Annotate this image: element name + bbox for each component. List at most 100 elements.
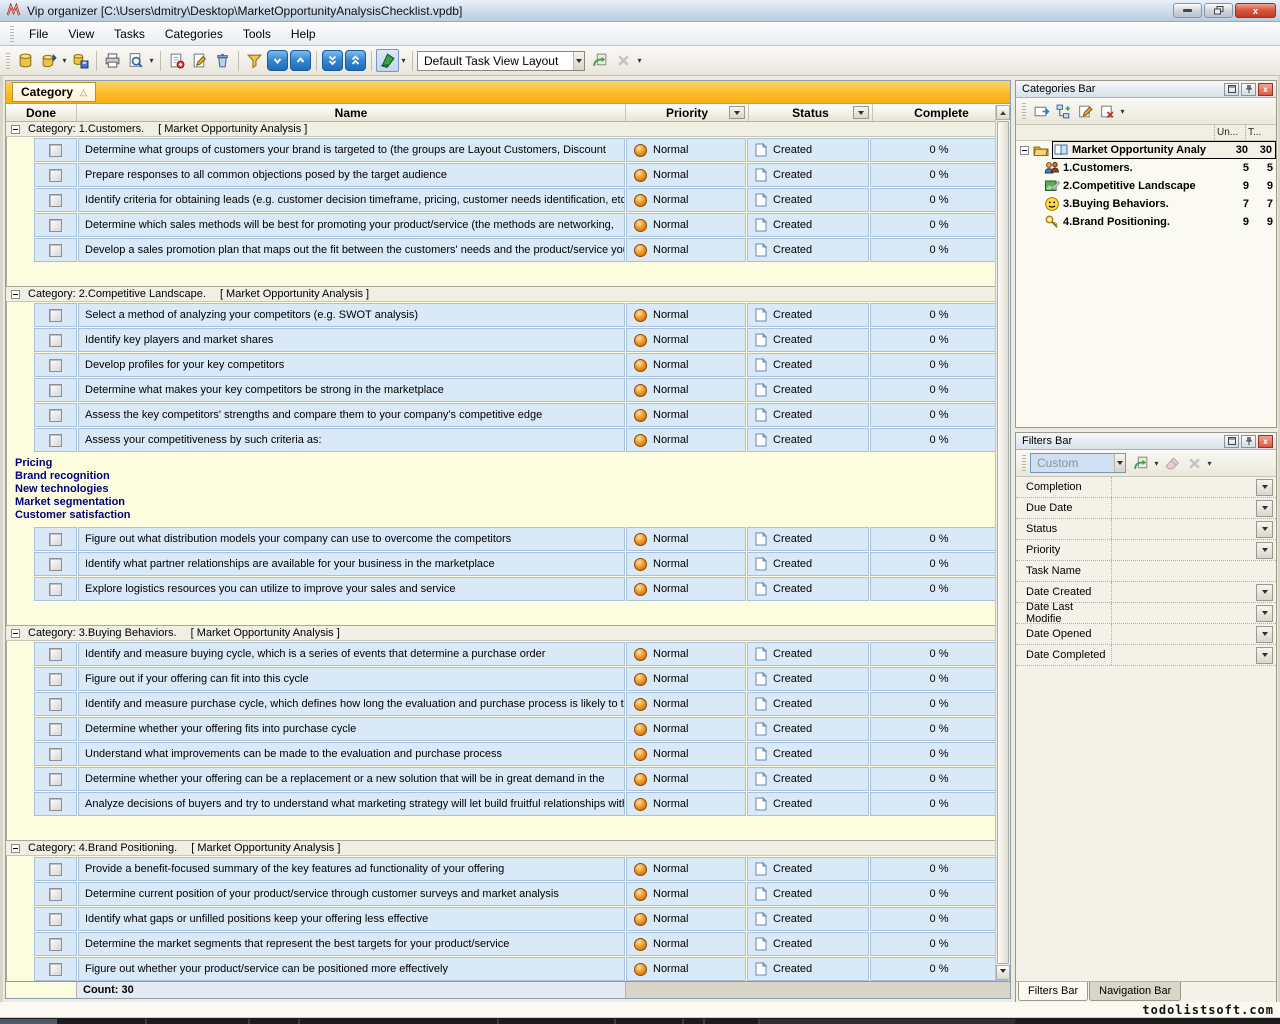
move-to-top-button[interactable] — [345, 50, 366, 71]
task-checkbox[interactable] — [49, 863, 62, 876]
apply-layout-button[interactable] — [589, 49, 612, 72]
task-checkbox[interactable] — [49, 309, 62, 322]
restore-button[interactable] — [1204, 3, 1233, 18]
task-checkbox[interactable] — [49, 384, 62, 397]
print-preview-dropdown[interactable]: ▾ — [147, 51, 156, 71]
edit-category-button[interactable] — [1074, 100, 1096, 122]
minimize-button[interactable] — [1173, 3, 1202, 18]
print-preview-button[interactable] — [124, 49, 147, 72]
menu-file[interactable]: File — [20, 24, 57, 44]
task-row[interactable]: Provide a benefit-focused summary of the… — [7, 856, 1009, 881]
filter-preset-combo[interactable]: Custom — [1030, 453, 1126, 473]
clear-filter-button[interactable] — [1161, 452, 1183, 474]
filter-value-field[interactable] — [1112, 540, 1256, 560]
open-database-dropdown[interactable]: ▾ — [60, 51, 69, 71]
collapse-icon[interactable] — [11, 844, 20, 853]
filter-value-field[interactable] — [1112, 477, 1256, 497]
task-row[interactable]: Identify what partner relationships are … — [7, 551, 1009, 576]
new-subcategory-button[interactable] — [1052, 100, 1074, 122]
filters-bar-float-button[interactable] — [1224, 435, 1239, 448]
filter-value-field[interactable] — [1112, 624, 1256, 644]
category-tree-item[interactable]: 3.Buying Behaviors.77 — [1016, 195, 1276, 213]
priority-filter-button[interactable] — [729, 106, 745, 119]
task-row[interactable]: Determine current position of your produ… — [7, 881, 1009, 906]
save-database-button[interactable] — [69, 49, 92, 72]
status-filter-button[interactable] — [853, 106, 869, 119]
layout-combo-arrow[interactable] — [573, 52, 584, 70]
task-row[interactable]: Identify criteria for obtaining leads (e… — [7, 187, 1009, 212]
delete-task-button[interactable] — [211, 49, 234, 72]
category-tree-item[interactable]: Market Opportunity Analy3030 — [1016, 141, 1276, 159]
task-checkbox[interactable] — [49, 169, 62, 182]
task-row[interactable]: Explore logistics resources you can util… — [7, 576, 1009, 601]
task-checkbox[interactable] — [49, 648, 62, 661]
task-checkbox[interactable] — [49, 673, 62, 686]
task-checkbox[interactable] — [49, 723, 62, 736]
task-row[interactable]: Develop profiles for your key competitor… — [7, 352, 1009, 377]
filter-value-field[interactable] — [1112, 498, 1256, 518]
task-checkbox[interactable] — [49, 888, 62, 901]
close-button[interactable]: x — [1235, 3, 1276, 18]
menu-view[interactable]: View — [59, 24, 103, 44]
filter-dropdown-button[interactable] — [1256, 584, 1273, 601]
task-checkbox[interactable] — [49, 359, 62, 372]
category-group-header[interactable]: Category: 4.Brand Positioning.[ Market O… — [6, 841, 1010, 856]
new-database-button[interactable] — [14, 49, 37, 72]
filter-dropdown-button[interactable] — [1256, 521, 1273, 538]
category-tree-item[interactable]: 2.Competitive Landscape99 — [1016, 177, 1276, 195]
task-row[interactable]: Figure out if your offering can fit into… — [7, 666, 1009, 691]
tree-column-uncompleted[interactable]: Un... — [1214, 125, 1245, 140]
apply-filter-button[interactable] — [1130, 452, 1152, 474]
task-checkbox[interactable] — [49, 434, 62, 447]
column-header-priority[interactable]: Priority — [626, 104, 749, 121]
task-row[interactable]: Develop a sales promotion plan that maps… — [7, 237, 1009, 262]
task-checkbox[interactable] — [49, 698, 62, 711]
category-tree-item[interactable]: 1.Customers.55 — [1016, 159, 1276, 177]
scroll-up-button[interactable] — [996, 105, 1010, 120]
menu-help[interactable]: Help — [282, 24, 325, 44]
task-checkbox[interactable] — [49, 558, 62, 571]
collapse-icon[interactable] — [11, 290, 20, 299]
filters-bar-close-button[interactable]: x — [1258, 435, 1273, 448]
group-by-category-button[interactable]: Category △ — [12, 82, 96, 102]
column-header-name[interactable]: Name — [77, 104, 626, 121]
categories-bar-pin-button[interactable] — [1241, 83, 1256, 96]
task-row[interactable]: Determine what groups of customers your … — [7, 137, 1009, 162]
move-up-button[interactable] — [290, 50, 311, 71]
task-row[interactable]: Figure out whether your product/service … — [7, 956, 1009, 981]
open-database-button[interactable] — [37, 49, 60, 72]
scroll-thumb[interactable] — [997, 121, 1009, 964]
apply-filter-dropdown[interactable]: ▾ — [1152, 453, 1161, 473]
task-row[interactable]: Understand what improvements can be made… — [7, 741, 1009, 766]
task-checkbox[interactable] — [49, 798, 62, 811]
task-row[interactable]: Assess your competitiveness by such crit… — [7, 427, 1009, 452]
tree-column-total[interactable]: T... — [1245, 125, 1276, 140]
filter-dropdown-button[interactable] — [1256, 479, 1273, 496]
notifications-button[interactable] — [376, 49, 399, 72]
task-checkbox[interactable] — [49, 244, 62, 257]
task-row[interactable]: Figure out what distribution models your… — [7, 526, 1009, 551]
task-row[interactable]: Determine whether your offering fits int… — [7, 716, 1009, 741]
move-to-bottom-button[interactable] — [322, 50, 343, 71]
menu-tools[interactable]: Tools — [234, 24, 280, 44]
task-checkbox[interactable] — [49, 583, 62, 596]
task-row[interactable]: Identify key players and market sharesNo… — [7, 327, 1009, 352]
task-checkbox[interactable] — [49, 334, 62, 347]
task-checkbox[interactable] — [49, 409, 62, 422]
delete-filter-button[interactable] — [1183, 452, 1205, 474]
delete-layout-button[interactable] — [612, 49, 635, 72]
filter-value-field[interactable] — [1112, 645, 1256, 665]
move-down-button[interactable] — [267, 50, 288, 71]
categories-bar-close-button[interactable]: x — [1258, 83, 1273, 96]
category-tree-item[interactable]: 4.Brand Positioning.99 — [1016, 213, 1276, 231]
toolbar-overflow[interactable]: ▾ — [635, 51, 644, 71]
task-checkbox[interactable] — [49, 963, 62, 976]
task-row[interactable]: Select a method of analyzing your compet… — [7, 302, 1009, 327]
task-checkbox[interactable] — [49, 144, 62, 157]
task-row[interactable]: Determine whether your offering can be a… — [7, 766, 1009, 791]
category-group-header[interactable]: Category: 2.Competitive Landscape.[ Mark… — [6, 287, 1010, 302]
filter-dropdown-button[interactable] — [1256, 626, 1273, 643]
print-button[interactable] — [101, 49, 124, 72]
layout-combo[interactable]: Default Task View Layout — [417, 51, 585, 71]
task-checkbox[interactable] — [49, 748, 62, 761]
